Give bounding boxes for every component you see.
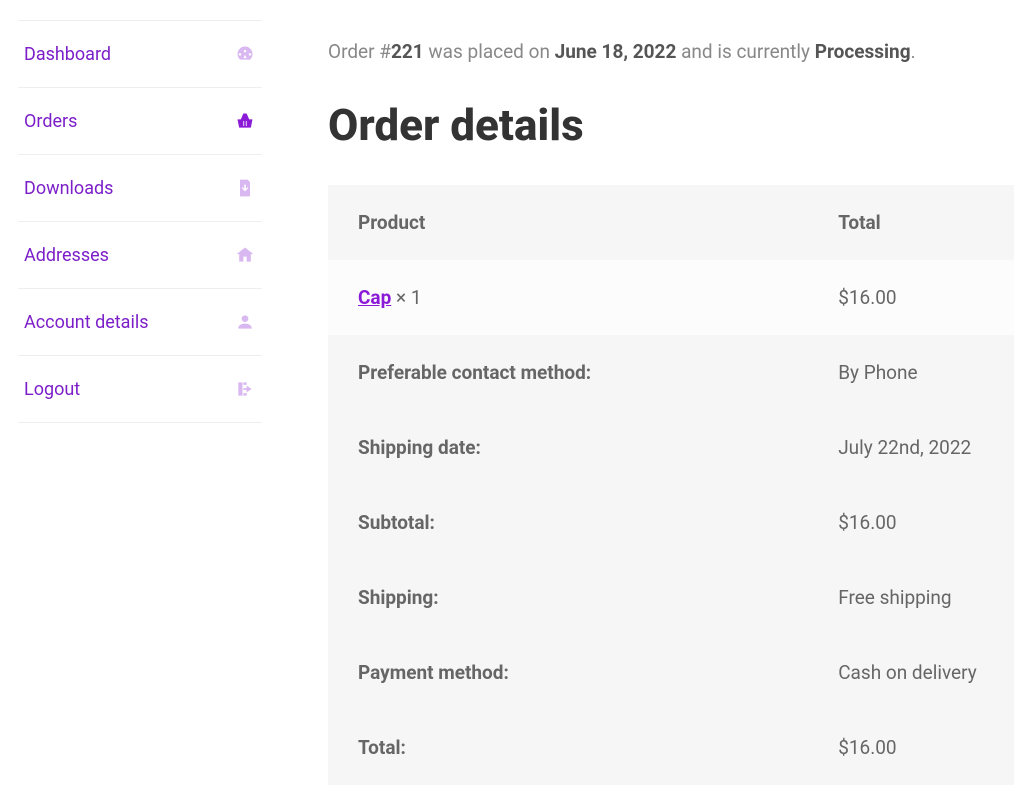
summary-label: Subtotal: bbox=[328, 485, 808, 560]
sidebar-item-dashboard[interactable]: Dashboard bbox=[18, 20, 262, 87]
sidebar-item-label: Logout bbox=[24, 379, 80, 400]
product-link[interactable]: Cap bbox=[358, 286, 391, 309]
summary-row: Shipping: Free shipping bbox=[328, 560, 1014, 635]
summary-label: Preferable contact method: bbox=[328, 335, 808, 410]
account-sidebar: Dashboard Orders Downloads Addresses Acc… bbox=[0, 20, 280, 787]
summary-label: Shipping: bbox=[328, 560, 808, 635]
order-status-mid2: and is currently bbox=[676, 40, 814, 63]
summary-value: $16.00 bbox=[808, 710, 1014, 785]
sidebar-item-label: Account details bbox=[24, 312, 149, 333]
order-details-title: Order details bbox=[328, 99, 1014, 151]
product-qty: × 1 bbox=[391, 286, 421, 309]
order-number: 221 bbox=[391, 40, 424, 63]
line-item-row: Cap × 1 $16.00 bbox=[328, 260, 1014, 335]
summary-label: Total: bbox=[328, 710, 808, 785]
logout-icon bbox=[234, 378, 256, 400]
summary-label: Shipping date: bbox=[328, 410, 808, 485]
home-icon bbox=[234, 244, 256, 266]
summary-row: Preferable contact method: By Phone bbox=[328, 335, 1014, 410]
header-total: Total bbox=[808, 185, 1014, 260]
order-status: Processing bbox=[815, 40, 911, 63]
order-main: Order #221 was placed on June 18, 2022 a… bbox=[280, 20, 1024, 787]
sidebar-item-label: Addresses bbox=[24, 245, 109, 266]
summary-value: By Phone bbox=[808, 335, 1014, 410]
order-status-suffix: . bbox=[911, 40, 916, 63]
summary-value: $16.00 bbox=[808, 485, 1014, 560]
sidebar-item-addresses[interactable]: Addresses bbox=[18, 221, 262, 288]
summary-value: Cash on delivery bbox=[808, 635, 1014, 710]
gauge-icon bbox=[234, 43, 256, 65]
summary-row: Payment method: Cash on delivery bbox=[328, 635, 1014, 710]
summary-value: Free shipping bbox=[808, 560, 1014, 635]
sidebar-item-orders[interactable]: Orders bbox=[18, 87, 262, 154]
summary-row: Subtotal: $16.00 bbox=[328, 485, 1014, 560]
header-product: Product bbox=[328, 185, 808, 260]
sidebar-item-label: Downloads bbox=[24, 178, 113, 199]
user-icon bbox=[234, 311, 256, 333]
summary-row: Total: $16.00 bbox=[328, 710, 1014, 785]
sidebar-item-account-details[interactable]: Account details bbox=[18, 288, 262, 355]
order-status-prefix: Order # bbox=[328, 40, 391, 63]
line-item-total: $16.00 bbox=[808, 260, 1014, 335]
order-date: June 18, 2022 bbox=[555, 40, 677, 63]
order-details-table: Product Total Cap × 1 $16.00 Preferable … bbox=[328, 185, 1014, 785]
sidebar-item-downloads[interactable]: Downloads bbox=[18, 154, 262, 221]
summary-value: July 22nd, 2022 bbox=[808, 410, 1014, 485]
order-status-mid1: was placed on bbox=[424, 40, 555, 63]
sidebar-item-label: Orders bbox=[24, 111, 77, 132]
sidebar-item-logout[interactable]: Logout bbox=[18, 355, 262, 423]
line-item-product-cell: Cap × 1 bbox=[328, 260, 808, 335]
summary-label: Payment method: bbox=[328, 635, 808, 710]
summary-row: Shipping date: July 22nd, 2022 bbox=[328, 410, 1014, 485]
order-status-line: Order #221 was placed on June 18, 2022 a… bbox=[328, 40, 1014, 63]
sidebar-item-label: Dashboard bbox=[24, 44, 111, 65]
basket-icon bbox=[234, 110, 256, 132]
file-icon bbox=[234, 177, 256, 199]
